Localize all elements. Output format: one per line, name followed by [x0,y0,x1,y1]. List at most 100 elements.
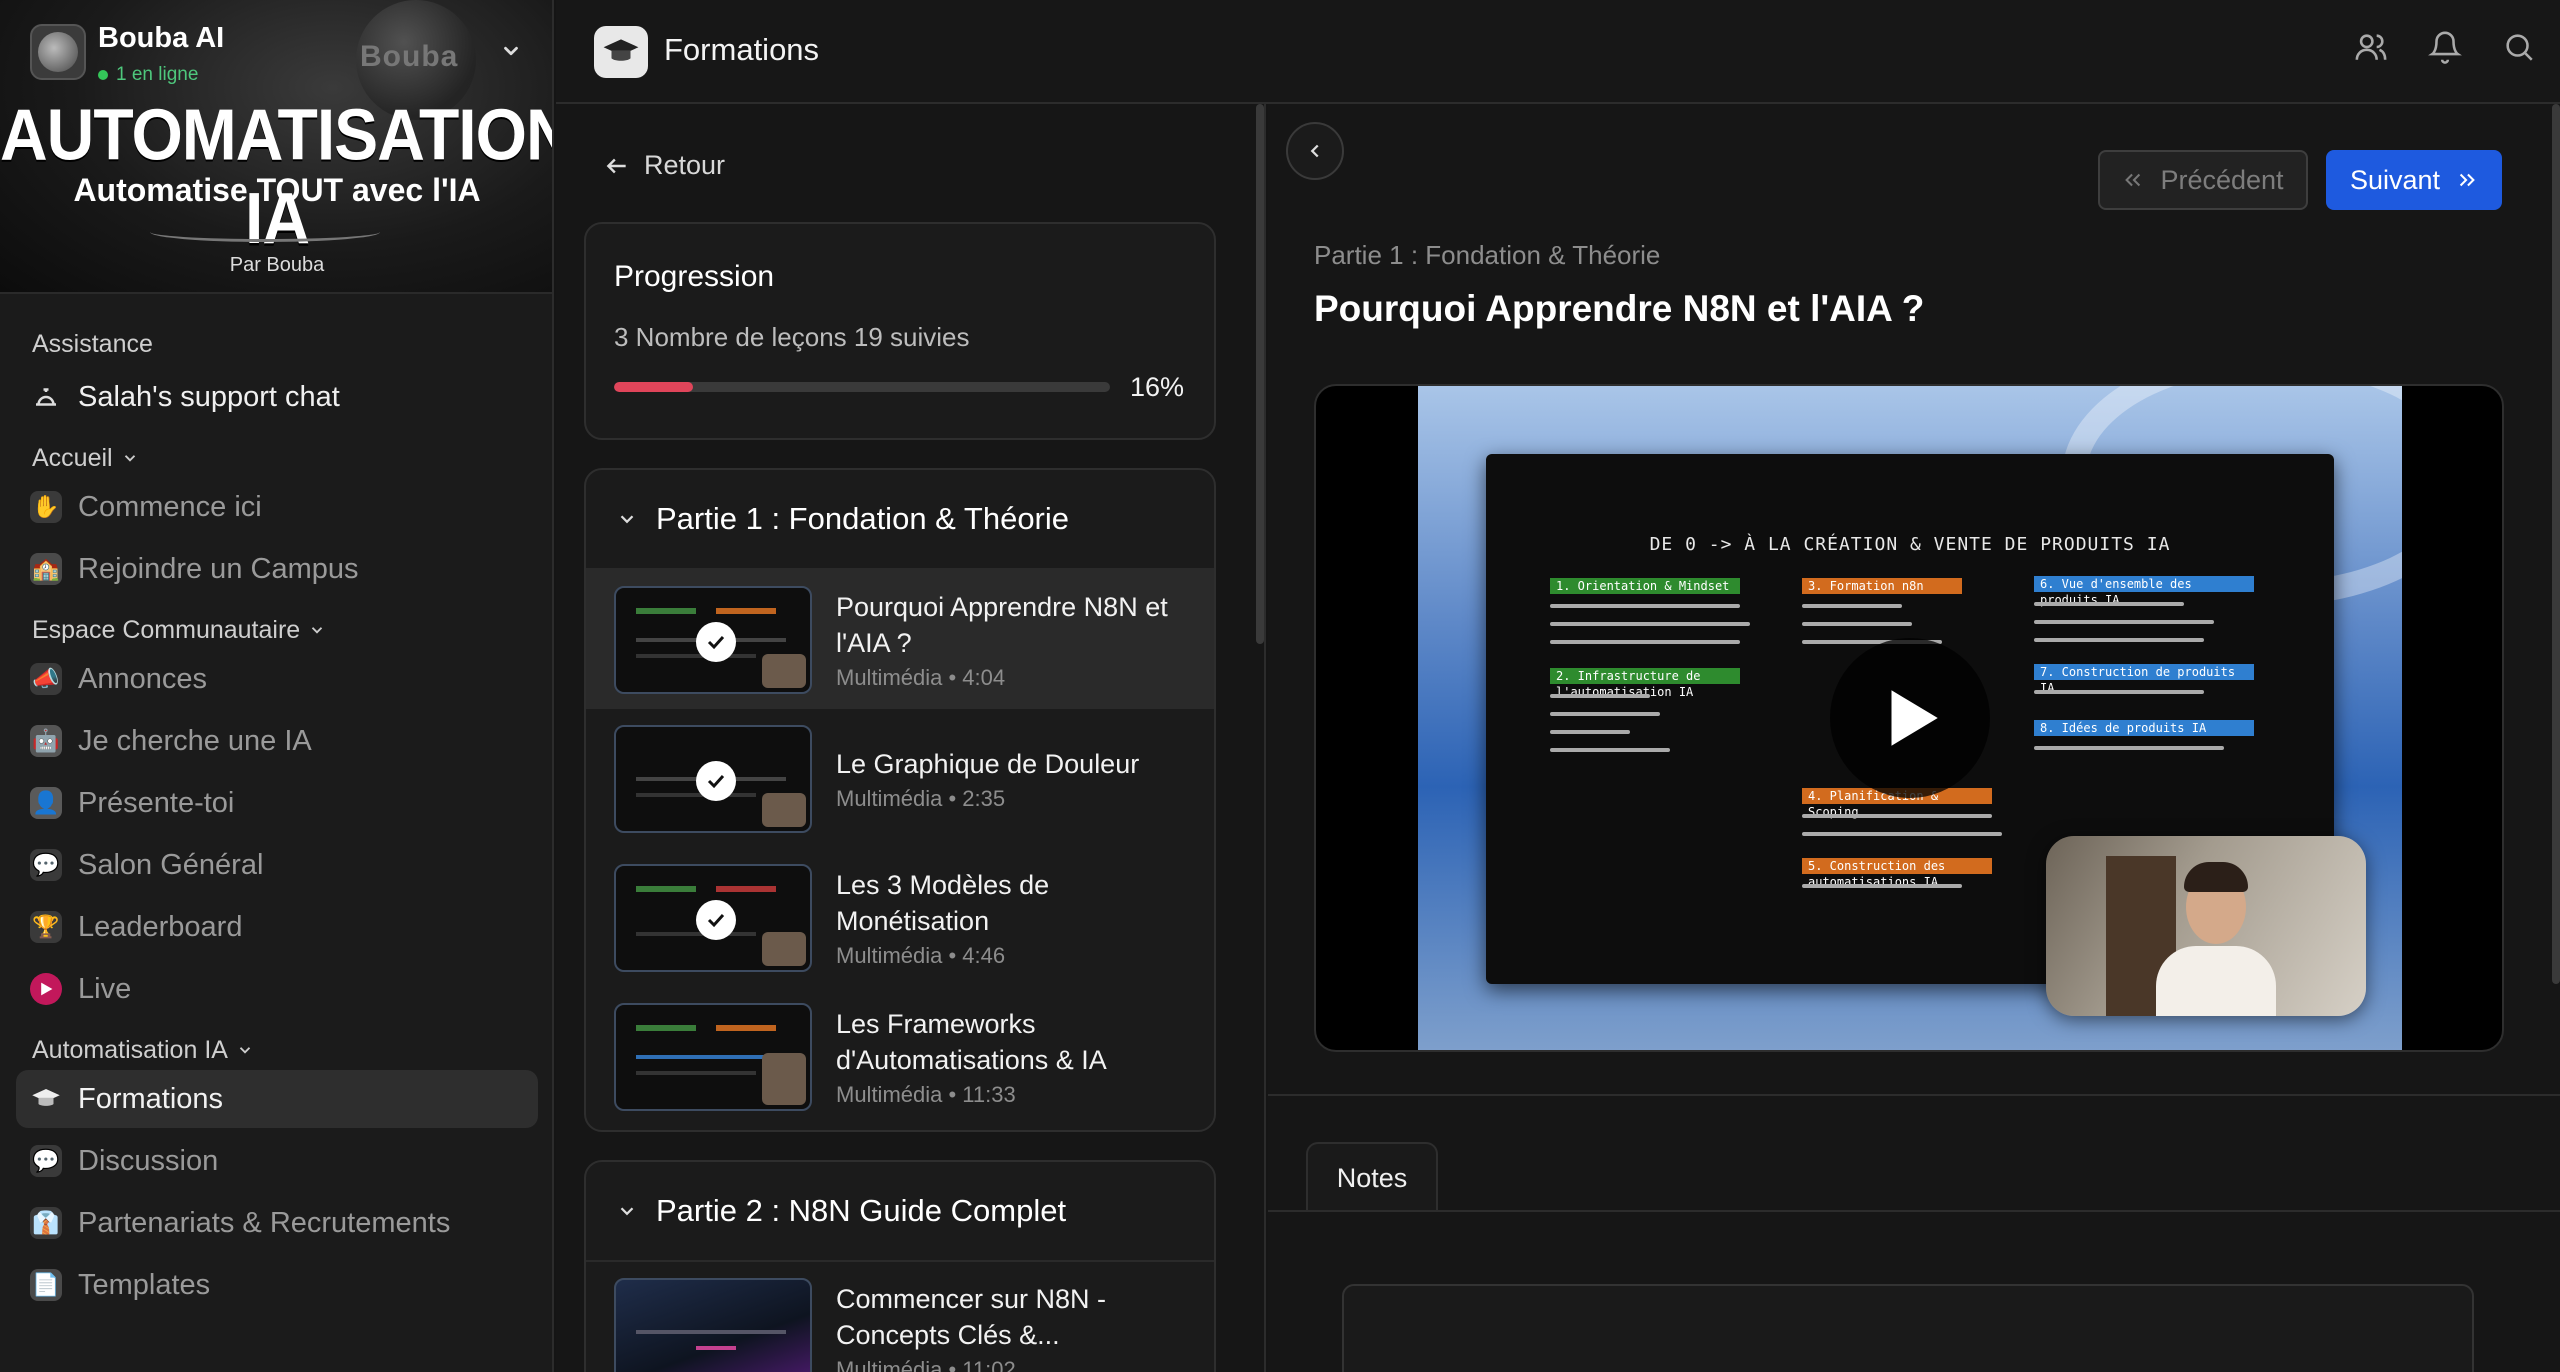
play-button[interactable] [1830,638,1990,798]
megaphone-icon: 📣 [30,663,62,695]
play-icon [1891,690,1938,746]
online-dot-icon [98,70,108,80]
chevron-down-icon [124,455,135,462]
progress-bar [614,382,1110,392]
sidebar-item-label: Discussion [78,1144,219,1177]
sidebar-item-label: Commence ici [78,490,262,523]
section-card-part2: Partie 2 : N8N Guide Complet Commencer s… [584,1160,1216,1372]
server-name[interactable]: Bouba AI [98,22,224,55]
sidebar-item-formations[interactable]: Formations [16,1070,538,1128]
group-title-accueil[interactable]: Accueil [0,438,552,478]
lesson-title: Commencer sur N8N - Concepts Clés &... [836,1283,1107,1350]
bell-icon[interactable] [2428,30,2462,64]
lesson-section-name: Partie 1 : Fondation & Théorie [1314,240,1661,270]
group-title-automatisation-ia[interactable]: Automatisation IA [0,1030,552,1070]
server-logo[interactable] [30,24,86,80]
section-header[interactable]: Partie 2 : N8N Guide Complet [586,1162,1214,1262]
sidebar-item-partenariats[interactable]: 👔 Partenariats & Recrutements [16,1194,538,1252]
lesson-title: Le Graphique de Douleur [836,748,1140,779]
lesson-thumbnail [614,1002,812,1111]
sidebar-item-label: Salon Général [78,848,264,881]
group-title-espace-communautaire[interactable]: Espace Communautaire [0,610,552,650]
banner-swoosh [150,222,380,242]
slide-section: 3. Formation n8n [1802,578,1962,594]
sidebar-item-leaderboard[interactable]: 🏆 Leaderboard [16,898,538,956]
lesson-item[interactable]: Les 3 Modèles de Monétisation Multimédia… [586,848,1214,987]
progress-fill [614,382,694,392]
sidebar-item-support-chat[interactable]: Salah's support chat [16,368,538,426]
lesson-meta: Multimédia • 11:02 [836,1356,1016,1372]
group-title-label: Automatisation IA [32,1035,228,1064]
page-title: Formations [664,32,820,67]
divider [1268,1094,2560,1096]
sidebar-item-label: Je cherche une IA [78,724,312,757]
lessons-panel: Retour Progression 3 Nombre de leçons 19… [556,104,1266,1372]
tie-icon: 👔 [30,1207,62,1239]
lesson-item[interactable]: Le Graphique de Douleur Multimédia • 2:3… [586,709,1214,848]
divider [1268,1210,2560,1212]
arrow-left-icon [606,158,626,173]
lesson-heading: Pourquoi Apprendre N8N et l'AIA ? [1314,288,1925,329]
graduation-cap-icon [30,1083,62,1115]
main-scrollbar[interactable] [2552,104,2560,984]
sidebar-item-presente-toi[interactable]: 👤 Présente-toi [16,774,538,832]
sidebar-item-label: Salah's support chat [78,380,340,413]
progress-subtitle: 3 Nombre de leçons 19 suivies [614,322,970,352]
previous-button[interactable]: Précédent [2098,150,2308,210]
sidebar-item-label: Formations [78,1082,224,1115]
chat-bubble-icon: 💬 [30,849,62,881]
chevron-down-icon [312,627,323,634]
slide-section: 1. Orientation & Mindset [1550,578,1740,594]
lesson-thumbnail [614,863,812,972]
trophy-icon: 🏆 [30,911,62,943]
members-icon[interactable] [2354,30,2388,64]
formations-icon-box [594,26,648,78]
lesson-item[interactable]: Les Frameworks d'Automatisations & IA Mu… [586,987,1214,1126]
sidebar-item-salon-general[interactable]: 💬 Salon Général [16,836,538,894]
sidebar-item-rejoindre-campus[interactable]: 🏫 Rejoindre un Campus [16,540,538,598]
sidebar-item-label: Live [78,972,132,1005]
online-count: 1 en ligne [116,64,199,85]
sidebar-item-annonces[interactable]: 📣 Annonces [16,650,538,708]
tab-notes[interactable]: Notes [1306,1142,1438,1212]
collapse-panel-button[interactable] [1286,122,1344,180]
sidebar-item-commence-ici[interactable]: ✋ Commence ici [16,478,538,536]
sidebar-item-label: Templates [78,1268,211,1301]
back-link[interactable]: Retour [604,150,725,181]
chevron-left-icon [1310,144,1319,158]
lesson-item[interactable]: Commencer sur N8N - Concepts Clés &... M… [586,1262,1214,1372]
progress-title: Progression [614,260,775,293]
sidebar-item-discussion[interactable]: 💬 Discussion [16,1132,538,1190]
lesson-item[interactable]: Pourquoi Apprendre N8N et l'AIA ? Multim… [586,570,1214,709]
sidebar-item-templates[interactable]: 📄 Templates [16,1256,538,1314]
bell-service-icon [30,381,62,413]
lesson-meta: Multimédia • 2:35 [836,785,1006,811]
template-icon: 📄 [30,1269,62,1301]
previous-label: Précédent [2160,164,2284,195]
banner-deco-word: Bouba [360,40,459,73]
lesson-meta: Multimédia • 4:04 [836,664,1006,690]
lesson-title: Les Frameworks d'Automatisations & IA [836,1008,1107,1075]
lesson-meta: Multimédia • 4:46 [836,942,1006,968]
webcam-overlay [2046,836,2366,1016]
slide-title: DE 0 -> À LA CRÉATION & VENTE DE PRODUIT… [1649,534,2171,555]
lesson-thumbnail [614,724,812,833]
section-header[interactable]: Partie 1 : Fondation & Théorie [586,470,1214,570]
chevron-down-icon[interactable] [500,40,522,62]
sidebar-item-live[interactable]: Live [16,960,538,1018]
lessons-scrollbar[interactable] [1256,104,1264,644]
chevron-down-icon [620,1207,634,1216]
live-play-icon [30,973,62,1005]
graduation-cap-icon [603,39,639,61]
server-banner[interactable]: Bouba Bouba AI 1 en ligne AUTOMATISATION… [0,0,552,294]
next-button[interactable]: Suivant [2326,150,2502,210]
search-icon[interactable] [2502,30,2536,64]
progress-card: Progression 3 Nombre de leçons 19 suivie… [584,222,1216,440]
video-player[interactable]: DE 0 -> À LA CRÉATION & VENTE DE PRODUIT… [1314,384,2504,1052]
notes-editor[interactable] [1342,1284,2474,1372]
sidebar-item-je-cherche-ia[interactable]: 🤖 Je cherche une IA [16,712,538,770]
lesson-thumbnail [614,585,812,694]
chevron-down-icon [620,515,634,524]
progress-percent: 16% [1129,372,1184,402]
sidebar-item-label: Présente-toi [78,786,235,819]
